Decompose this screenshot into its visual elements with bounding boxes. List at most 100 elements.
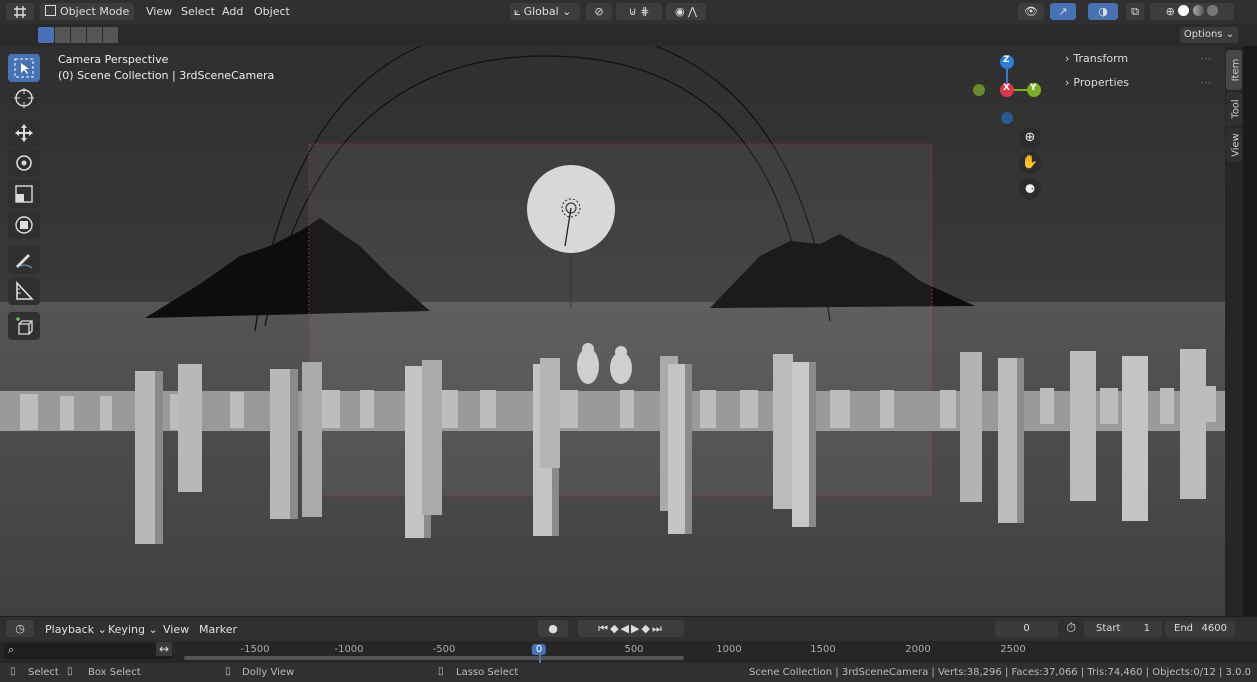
- select-extend-icon[interactable]: [55, 27, 70, 43]
- pencil-icon: [16, 254, 33, 269]
- pan-hand-icon[interactable]: ✋: [1019, 152, 1041, 174]
- options-label: Options: [1183, 29, 1223, 40]
- mouse-middle-icon: ▯: [67, 666, 73, 677]
- xray-button[interactable]: ⧉: [1126, 3, 1144, 20]
- transform-orientation-dropdown[interactable]: ⟀ Global ⌄: [510, 3, 580, 20]
- end-frame-field[interactable]: End 4600: [1165, 621, 1235, 637]
- end-value: 4600: [1201, 623, 1227, 634]
- rotate-icon: [16, 155, 32, 171]
- tick-label: -1500: [240, 644, 270, 655]
- add-cube-tool[interactable]: [8, 312, 40, 340]
- tick-label: 500: [624, 644, 644, 655]
- scale-tool[interactable]: [8, 180, 40, 208]
- orientation-icon: ⟀: [514, 5, 521, 18]
- gizmo-y-label: Y: [1030, 83, 1037, 93]
- zoom-icon[interactable]: ⊕: [1019, 127, 1041, 149]
- tick-label: -500: [432, 644, 456, 655]
- move-tool[interactable]: [8, 119, 40, 147]
- drag-handle-icon[interactable]: ⋯: [1200, 73, 1211, 93]
- select-intersect-icon[interactable]: [103, 27, 118, 43]
- timeline-scrollbar[interactable]: [184, 656, 684, 660]
- navigation-gizmo[interactable]: Z X Y: [968, 52, 1048, 132]
- menu-marker[interactable]: Marker: [199, 623, 237, 636]
- tab-view-label: View: [1230, 133, 1242, 157]
- material-shading-icon: [1192, 5, 1204, 16]
- gizmo-x-label: X: [1003, 83, 1010, 93]
- cube-icon: [45, 5, 56, 16]
- playback-controls[interactable]: ⏮◆◀▶◆⏭: [578, 620, 684, 637]
- menu-view[interactable]: View: [146, 5, 172, 18]
- timeline-search-input[interactable]: ⌕ ↔: [4, 642, 173, 659]
- chevron-right-icon: ›: [1065, 52, 1070, 65]
- overlays-button[interactable]: ◑: [1088, 3, 1118, 20]
- next-key-icon: ◆: [641, 622, 652, 635]
- cursor-icon: [14, 58, 34, 78]
- 3d-viewport[interactable]: Camera Perspective (0) Scene Collection …: [0, 46, 1225, 616]
- proportional-editing-button[interactable]: ◉ ⋀: [666, 3, 706, 20]
- timeline-area[interactable]: ⌕ ↔ -1500 -1000 -500 0 500 1000 1500 200…: [0, 641, 1257, 663]
- timeline-header: ◷ Playback ⌄ Keying ⌄ View Marker ● ⏮◆◀▶…: [0, 617, 1257, 641]
- transform-tool[interactable]: [8, 211, 40, 239]
- properties-panel[interactable]: › Properties ⋯: [1057, 73, 1217, 93]
- crosshair-icon: [14, 88, 34, 108]
- end-label: End: [1174, 623, 1194, 634]
- snap-button[interactable]: ⊍ ⋕: [616, 3, 662, 20]
- tab-tool[interactable]: Tool: [1226, 92, 1242, 126]
- stopwatch-icon[interactable]: ⏱: [1066, 621, 1076, 636]
- mode-label: Object Mode: [60, 5, 130, 18]
- menu-timeline-view[interactable]: View: [163, 623, 189, 636]
- start-frame-field[interactable]: Start 1: [1084, 621, 1162, 637]
- menu-select[interactable]: Select: [181, 5, 215, 18]
- overlays-icon: ◑: [1098, 5, 1108, 18]
- select-subtract-icon[interactable]: [71, 27, 86, 43]
- menu-playback[interactable]: Playback ⌄: [45, 623, 107, 636]
- record-icon: ●: [548, 622, 558, 635]
- selection-mode-buttons[interactable]: [38, 27, 120, 43]
- select-box-tool[interactable]: [8, 54, 40, 82]
- rendered-shading-icon: [1207, 5, 1219, 16]
- chevron-right-icon: ›: [1065, 76, 1070, 89]
- tab-view[interactable]: View: [1226, 128, 1242, 162]
- tick-label: -1000: [334, 644, 364, 655]
- annotate-tool[interactable]: [8, 246, 40, 274]
- select-invert-icon[interactable]: [87, 27, 102, 43]
- scene-stats: Scene Collection | 3rdSceneCamera | Vert…: [748, 667, 1251, 678]
- xray-icon: ⧉: [1131, 5, 1139, 18]
- tab-item[interactable]: Item: [1226, 50, 1242, 90]
- jump-end-icon: ⏭: [651, 622, 664, 635]
- visibility-button[interactable]: 👁: [1018, 3, 1044, 20]
- cursor-tool[interactable]: [8, 84, 40, 112]
- mode-dropdown[interactable]: Object Mode ⌄: [40, 3, 134, 35]
- swap-icon[interactable]: ↔: [156, 642, 173, 656]
- current-frame-field[interactable]: 0: [995, 621, 1058, 637]
- camera-view-icon[interactable]: ⚈: [1019, 178, 1041, 200]
- chevron-down-icon: ⌄: [1225, 29, 1235, 40]
- menu-add[interactable]: Add: [222, 5, 243, 18]
- shading-buttons[interactable]: ⊕: [1150, 3, 1234, 20]
- collection-label: (0) Scene Collection | 3rdSceneCamera: [58, 69, 275, 82]
- magnet-icon: ⊍ ⋕: [628, 5, 650, 18]
- menu-keying-label: Keying: [108, 623, 145, 636]
- record-button[interactable]: ●: [538, 620, 568, 637]
- playhead-label[interactable]: 0: [531, 644, 547, 655]
- start-value: 1: [1143, 623, 1150, 634]
- playhead-line: [539, 655, 541, 663]
- mouse-right-icon: ▯: [438, 666, 444, 677]
- menu-keying[interactable]: Keying ⌄: [108, 623, 158, 636]
- options-dropdown[interactable]: Options ⌄: [1180, 27, 1238, 43]
- rotate-tool[interactable]: [8, 149, 40, 177]
- select-new-icon[interactable]: [38, 27, 54, 43]
- tick-label: 1000: [716, 644, 742, 655]
- wireframe-shading-icon: ⊕: [1165, 5, 1175, 18]
- measure-tool[interactable]: [8, 277, 40, 305]
- chevron-down-icon: ⌄: [562, 5, 572, 18]
- editor-type-button[interactable]: [6, 3, 34, 20]
- gizmo-icon: ↗: [1058, 5, 1068, 18]
- gizmo-button[interactable]: ↗: [1050, 3, 1076, 20]
- tick-label: 2000: [905, 644, 931, 655]
- menu-object[interactable]: Object: [254, 5, 290, 18]
- drag-handle-icon[interactable]: ⋯: [1200, 49, 1211, 69]
- timeline-editor-type[interactable]: ◷: [6, 620, 34, 637]
- transform-panel[interactable]: › Transform ⋯: [1057, 49, 1217, 69]
- pivot-point-button[interactable]: ⊘: [586, 3, 612, 20]
